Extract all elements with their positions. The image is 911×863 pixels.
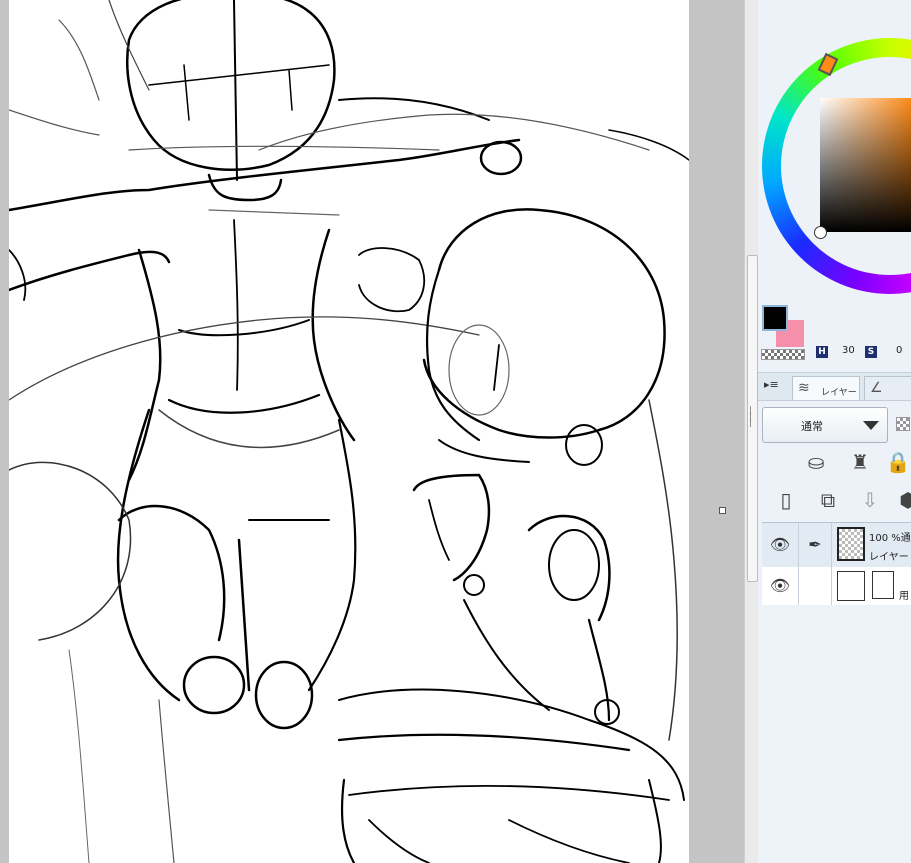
transparent-color-swatch[interactable] [761,349,805,360]
opacity-checker-icon[interactable] [896,417,910,431]
paper-icon [872,571,894,599]
main-color-swatch[interactable] [762,305,788,331]
saturation-value-square[interactable] [820,98,911,232]
canvas-left-margin [0,0,9,863]
canvas-area[interactable] [0,0,746,863]
saturation-value: 0 [896,345,903,356]
layer-thumbnail [837,571,865,601]
tab-layer-label: レイヤー [821,388,857,398]
sv-marker[interactable] [814,226,827,239]
correction-icon: ∠ [870,380,883,396]
canvas-right-gutter [689,0,746,863]
blend-mode-select[interactable]: 通常 [762,407,888,443]
panel-splitter-grip[interactable]: | | | [748,407,753,428]
clipping-icon[interactable]: ⛀ [802,448,830,476]
layer-list-empty-area [762,605,911,863]
layer-thumbnail [837,527,865,561]
layer-row[interactable]: 👁 用 [762,567,911,606]
tab-layer[interactable]: ≋ レイヤー [792,376,860,400]
canvas-handle[interactable] [719,507,726,514]
eye-icon[interactable]: 👁 [762,523,799,567]
sketch-drawing [9,0,689,863]
empty-tool-cell [799,567,832,605]
vertical-scrollbar[interactable] [744,0,759,863]
reference-layer-icon[interactable]: ♜ [846,448,874,476]
layer-opacity-mode: 100 %通常 [869,533,911,544]
layer-row[interactable]: 👁 ✒ 100 %通常 レイヤー [762,523,911,568]
layer-name[interactable]: 用 [899,587,909,602]
chevron-down-icon [863,421,879,430]
new-raster-layer-icon[interactable]: ▯ [772,486,800,514]
color-wheel-panel [758,0,911,300]
layer-more-icon[interactable]: ⬢ [894,486,911,514]
canvas-paper[interactable] [9,0,689,863]
layer-name[interactable]: レイヤー [869,548,909,563]
new-layer-folder-icon[interactable]: ⧉ [814,486,842,514]
blend-mode-value: 通常 [801,420,823,433]
panel-menu-icon[interactable]: ▸≡ [764,378,782,394]
eye-icon[interactable]: 👁 [762,567,799,605]
hue-label: H [816,346,828,358]
lock-icon[interactable]: 🔒 [884,448,911,476]
saturation-label: S [865,346,877,358]
hue-value: 30 [842,345,855,356]
pen-icon[interactable]: ✒ [799,523,832,567]
layer-panel-tabs: ▸≡ ≋ レイヤー ∠ [758,372,911,401]
tab-correction[interactable]: ∠ [864,376,911,400]
right-panel: H 30 S 0 ▸≡ ≋ レイヤー ∠ 通常 ⛀ ♜ 🔒 ▯ ⧉ ⇩ ⬢ 👁 … [758,0,911,863]
layer-list: 👁 ✒ 100 %通常 レイヤー 👁 用 [762,522,911,863]
merge-down-icon[interactable]: ⇩ [856,486,884,514]
layers-icon: ≋ [798,380,810,396]
